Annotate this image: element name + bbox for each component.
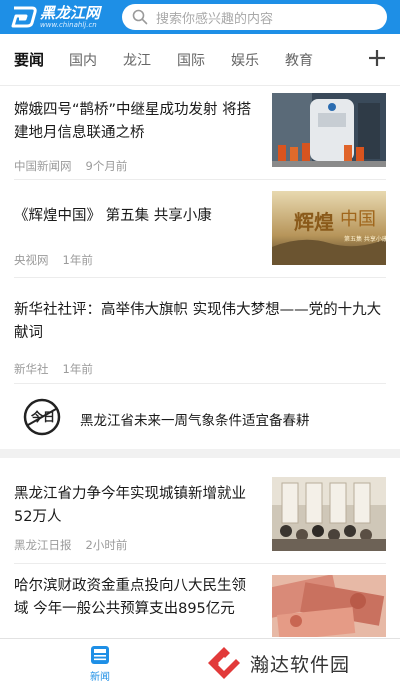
app-logo[interactable]: 黑龙江网 www.chinahlj.cn xyxy=(0,5,120,29)
news-time: 2小时前 xyxy=(85,538,128,552)
news-thumbnail[interactable]: 辉煌 中国 第五集 共享小康 xyxy=(272,191,386,265)
news-icon xyxy=(91,646,109,664)
app-header: 黑龙江网 www.chinahlj.cn 搜索你感兴趣的内容 xyxy=(0,0,400,34)
news-time: 1年前 xyxy=(62,362,93,376)
svg-text:第五集 共享小康: 第五集 共享小康 xyxy=(344,235,386,243)
news-source: 央视网 xyxy=(14,253,49,267)
svg-text:今日: 今日 xyxy=(30,409,55,424)
svg-text:中国: 中国 xyxy=(340,209,376,230)
watermark-text: 瀚达软件园 xyxy=(250,653,351,676)
tab-guonei[interactable]: 国内 xyxy=(56,50,110,70)
tab-yaowen[interactable]: 要闻 xyxy=(2,49,56,70)
section-separator xyxy=(0,449,400,458)
news-source: 中国新闻网 xyxy=(14,159,72,173)
tab-longjiang[interactable]: 龙江 xyxy=(110,50,164,70)
news-thumbnail[interactable] xyxy=(272,477,386,551)
news-title: 《辉煌中国》 第五集 共享小康 xyxy=(14,208,212,224)
logo-url: www.chinahlj.cn xyxy=(40,21,97,29)
news-title: 哈尔滨财政资金重点投向八大民生领域 今年一般公共预算支出895亿元 xyxy=(14,578,246,617)
news-source: 新华社 xyxy=(14,362,49,376)
logo-text: 黑龙江网 xyxy=(40,4,101,22)
news-title: 新华社社评：高举伟大旗帜 实现伟大梦想——党的十九大献词 xyxy=(14,302,382,341)
category-tabs: 要闻 国内 龙江 国际 娱乐 教育 xyxy=(0,34,400,86)
news-time: 1年前 xyxy=(62,253,93,267)
news-title: 黑龙江省力争今年实现城镇新增就业52万人 xyxy=(14,486,246,525)
plus-icon[interactable] xyxy=(366,47,388,69)
news-source: 黑龙江日报 xyxy=(14,538,72,552)
news-item[interactable]: 新华社社评：高举伟大旗帜 实现伟大梦想——党的十九大献词 新华社 1年前 xyxy=(14,299,386,383)
feed-divider xyxy=(14,563,386,564)
logo-mark-icon xyxy=(11,6,37,28)
svg-text:辉煌: 辉煌 xyxy=(294,210,334,234)
weather-logo-icon: 今日 xyxy=(23,398,61,436)
nav-news-button[interactable]: 新闻 xyxy=(80,645,120,683)
feed-divider xyxy=(14,179,386,180)
search-placeholder: 搜索你感兴趣的内容 xyxy=(156,11,274,27)
weather-promo-text: 黑龙江省未来一周气象条件适宜备春耕 xyxy=(80,413,310,429)
news-title: 嫦娥四号“鹊桥”中继星成功发射 将搭建地月信息联通之桥 xyxy=(14,102,252,141)
weather-promo[interactable]: 今日 黑龙江省未来一周气象条件适宜备春耕 xyxy=(0,387,400,447)
news-time: 9个月前 xyxy=(85,159,128,173)
feed-divider xyxy=(14,277,386,278)
nav-news-label: 新闻 xyxy=(90,672,110,683)
watermark-logo-icon xyxy=(208,647,240,679)
search-icon xyxy=(132,9,148,25)
tab-jiaoyu[interactable]: 教育 xyxy=(272,50,326,70)
feed-divider xyxy=(14,383,386,384)
search-input[interactable]: 搜索你感兴趣的内容 xyxy=(122,4,387,30)
news-thumbnail[interactable] xyxy=(272,575,386,637)
news-thumbnail[interactable] xyxy=(272,93,386,167)
watermark: 瀚达软件园 xyxy=(204,640,394,686)
tab-yule[interactable]: 娱乐 xyxy=(218,50,272,70)
tab-guoji[interactable]: 国际 xyxy=(164,50,218,70)
